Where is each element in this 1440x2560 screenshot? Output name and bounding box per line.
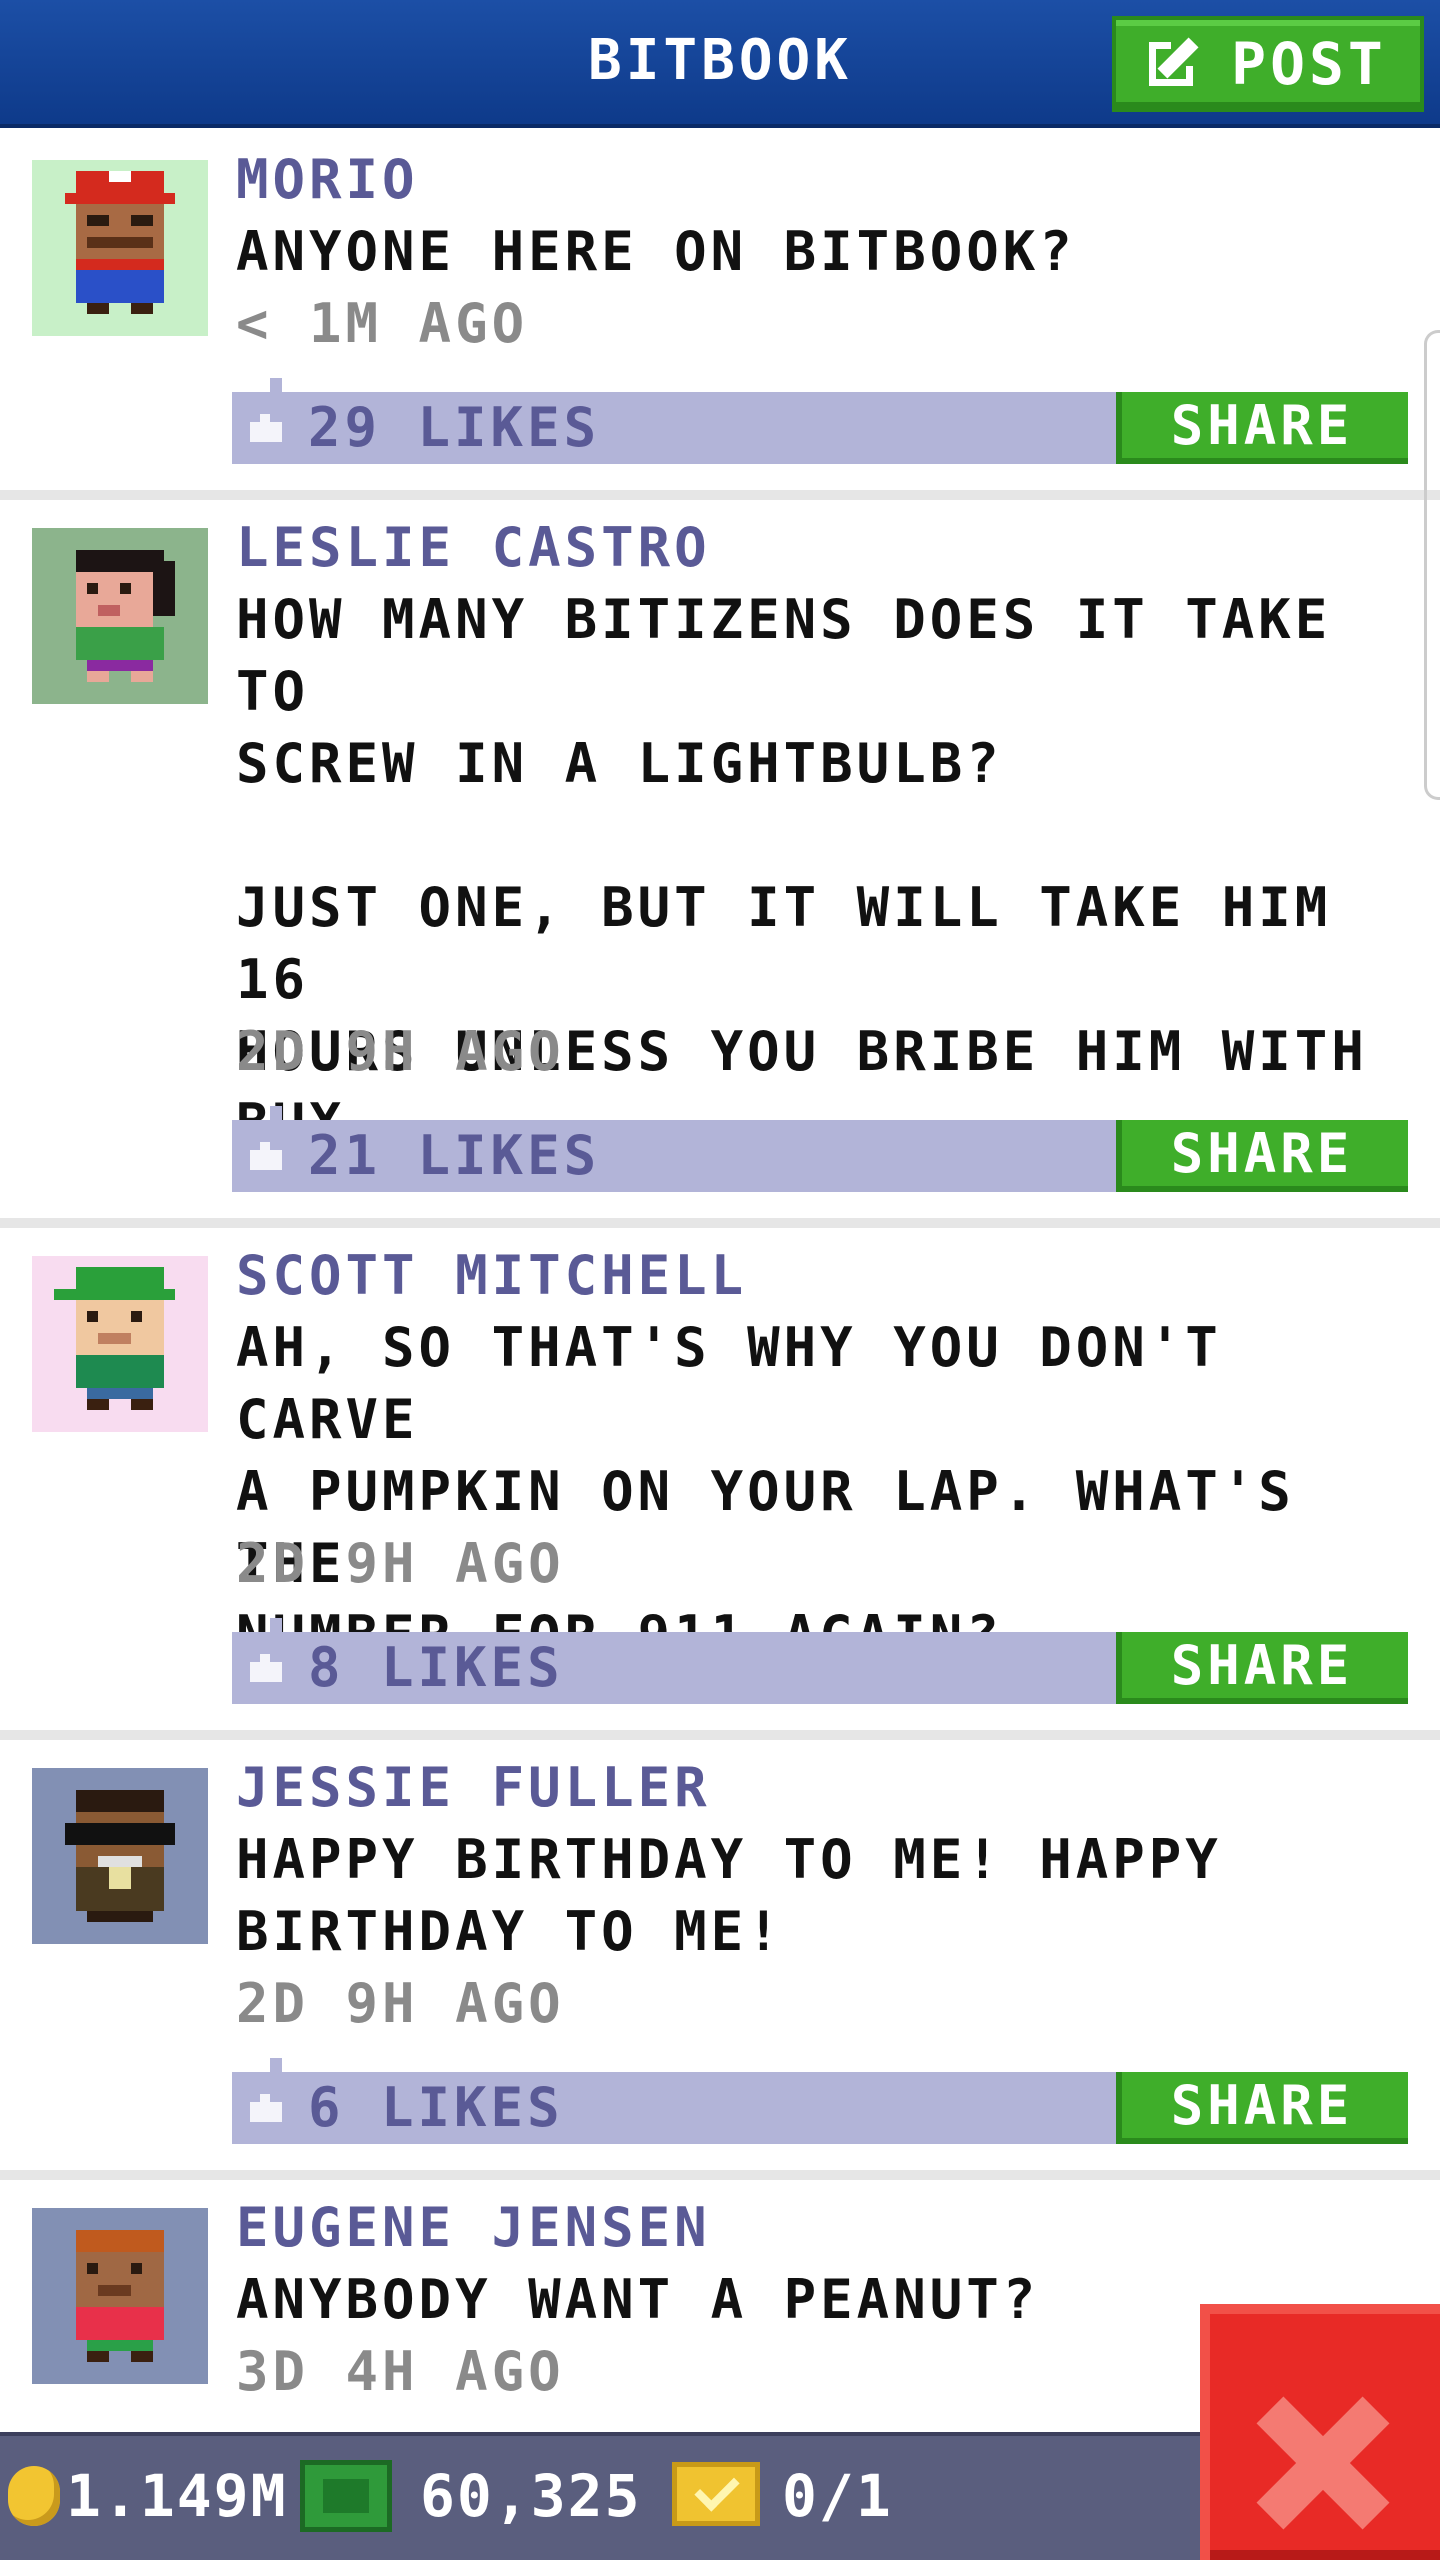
likes-count: 29 LIKES (308, 396, 601, 459)
post-button[interactable]: POST (1112, 16, 1424, 112)
feed-post: MORIO ANYONE HERE ON BITBOOK? < 1M AGO 2… (0, 128, 1440, 500)
post-author[interactable]: MORIO (236, 144, 419, 216)
tickets-count: 0/1 (782, 2462, 893, 2530)
post-author[interactable]: LESLIE CASTRO (236, 512, 711, 584)
share-button[interactable]: SHARE (1116, 1632, 1408, 1704)
post-timestamp: 2D 9H AGO (236, 1532, 565, 1595)
post-timestamp: < 1M AGO (236, 292, 529, 355)
likes-bar[interactable]: 8 LIKES SHARE (232, 1618, 1408, 1704)
share-button[interactable]: SHARE (1116, 392, 1408, 464)
coins-count: 1.149M (66, 2462, 288, 2530)
post-message: AH, SO THAT'S WHY YOU DON'T CARVE A PUMP… (236, 1316, 1295, 1667)
share-button[interactable]: SHARE (1116, 2072, 1408, 2144)
post-timestamp: 3D 4H AGO (236, 2340, 565, 2403)
avatar[interactable] (32, 160, 208, 336)
share-button[interactable]: SHARE (1116, 1120, 1408, 1192)
post-timestamp: 2D 9H AGO (236, 1972, 565, 2035)
likes-count: 6 LIKES (308, 2076, 564, 2139)
post-author[interactable]: SCOTT MITCHELL (236, 1240, 747, 1312)
bux-count: 60,325 (420, 2462, 642, 2530)
scrollbar[interactable] (1424, 330, 1440, 800)
golden-ticket-icon (672, 2462, 760, 2526)
avatar[interactable] (32, 1768, 208, 1944)
thumbs-up-icon (250, 1142, 282, 1170)
compose-icon (1149, 36, 1205, 92)
app-header: BITBOOK POST (0, 0, 1440, 128)
thumbs-up-icon (250, 1654, 282, 1682)
likes-bar[interactable]: 29 LIKES SHARE (232, 378, 1408, 464)
thumbs-up-icon (250, 414, 282, 442)
post-message: HAPPY BIRTHDAY TO ME! HAPPY BIRTHDAY TO … (236, 1828, 1222, 1963)
post-button-label: POST (1231, 30, 1387, 98)
likes-count: 8 LIKES (308, 1636, 564, 1699)
feed-post: LESLIE CASTRO HOW MANY BITIZENS DOES IT … (0, 500, 1440, 1228)
thumbs-up-icon (250, 2094, 282, 2122)
coin-icon (8, 2466, 60, 2526)
likes-bar[interactable]: 6 LIKES SHARE (232, 2058, 1408, 2144)
post-author[interactable]: JESSIE FULLER (236, 1752, 711, 1824)
feed-post: JESSIE FULLER HAPPY BIRTHDAY TO ME! HAPP… (0, 1740, 1440, 2180)
bux-icon (300, 2460, 392, 2532)
close-button[interactable] (1200, 2304, 1440, 2560)
avatar[interactable] (32, 2208, 208, 2384)
post-message: ANYONE HERE ON BITBOOK? (236, 220, 1076, 283)
avatar[interactable] (32, 528, 208, 704)
likes-count: 21 LIKES (308, 1124, 601, 1187)
post-author[interactable]: EUGENE JENSEN (236, 2192, 711, 2264)
post-timestamp: 2D 9H AGO (236, 1020, 565, 1083)
feed-post: SCOTT MITCHELL AH, SO THAT'S WHY YOU DON… (0, 1228, 1440, 1740)
avatar[interactable] (32, 1256, 208, 1432)
likes-bar[interactable]: 21 LIKES SHARE (232, 1106, 1408, 1192)
